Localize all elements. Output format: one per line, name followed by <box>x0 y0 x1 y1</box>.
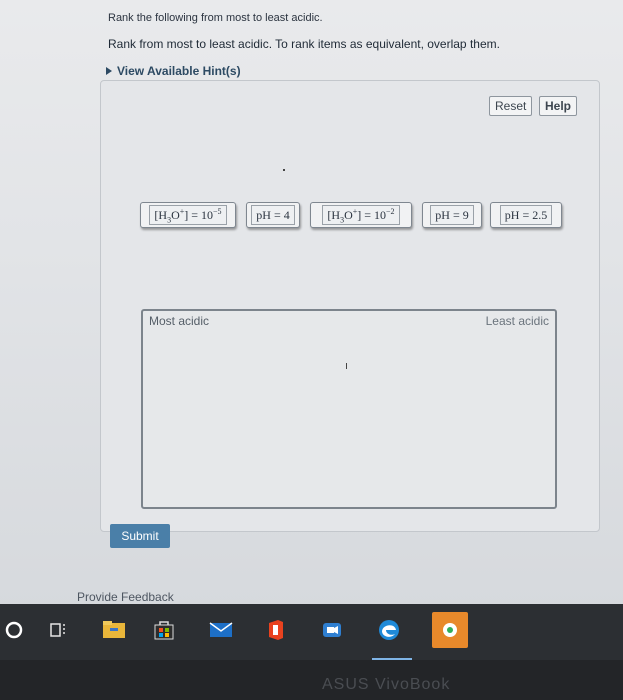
tile-label: pH = 2.5 <box>499 205 553 225</box>
provide-feedback-link[interactable]: Provide Feedback <box>77 590 174 604</box>
caret-right-icon <box>106 67 112 75</box>
tile-label: [H3O+] = 10−5 <box>149 205 227 225</box>
tile-ph-2-5[interactable]: pH = 2.5 <box>490 202 562 228</box>
task-view-icon[interactable] <box>44 616 72 644</box>
edge-icon[interactable] <box>375 616 403 644</box>
app-icon[interactable] <box>432 612 468 648</box>
office-icon[interactable] <box>262 616 290 644</box>
file-explorer-icon[interactable] <box>100 616 128 644</box>
view-hints-link[interactable]: View Available Hint(s) <box>106 64 241 78</box>
tile-label: [H3O+] = 10−2 <box>322 205 400 225</box>
tile-h3o-1e-5[interactable]: [H3O+] = 10−5 <box>140 202 236 228</box>
text-cursor <box>346 363 347 369</box>
least-acidic-label: Least acidic <box>485 314 549 328</box>
stray-dot <box>283 169 285 171</box>
search-circle-icon[interactable] <box>0 616 28 644</box>
laptop-brand-label: ASUS VivoBook <box>322 676 451 693</box>
laptop-bezel <box>0 660 623 700</box>
mail-icon[interactable] <box>207 616 235 644</box>
tile-label: pH = 9 <box>430 205 474 225</box>
tile-ph-9[interactable]: pH = 9 <box>422 202 482 228</box>
tile-h3o-1e-2[interactable]: [H3O+] = 10−2 <box>310 202 412 228</box>
browser-viewport: Rank the following from most to least ac… <box>0 0 623 612</box>
hint-label: View Available Hint(s) <box>117 64 241 78</box>
tile-label: pH = 4 <box>251 205 295 225</box>
ranking-drop-zone[interactable]: Most acidic Least acidic <box>141 309 557 509</box>
tile-ph-4[interactable]: pH = 4 <box>246 202 300 228</box>
submit-button[interactable]: Submit <box>110 524 170 548</box>
help-button[interactable]: Help <box>539 96 578 116</box>
teams-icon[interactable] <box>318 616 346 644</box>
store-icon[interactable] <box>150 616 178 644</box>
most-acidic-label: Most acidic <box>149 314 210 328</box>
taskbar <box>0 604 623 660</box>
instruction-text: Rank from most to least acidic. To rank … <box>108 37 500 51</box>
reset-button[interactable]: Reset <box>489 96 533 116</box>
question-text: Rank the following from most to least ac… <box>108 12 323 24</box>
